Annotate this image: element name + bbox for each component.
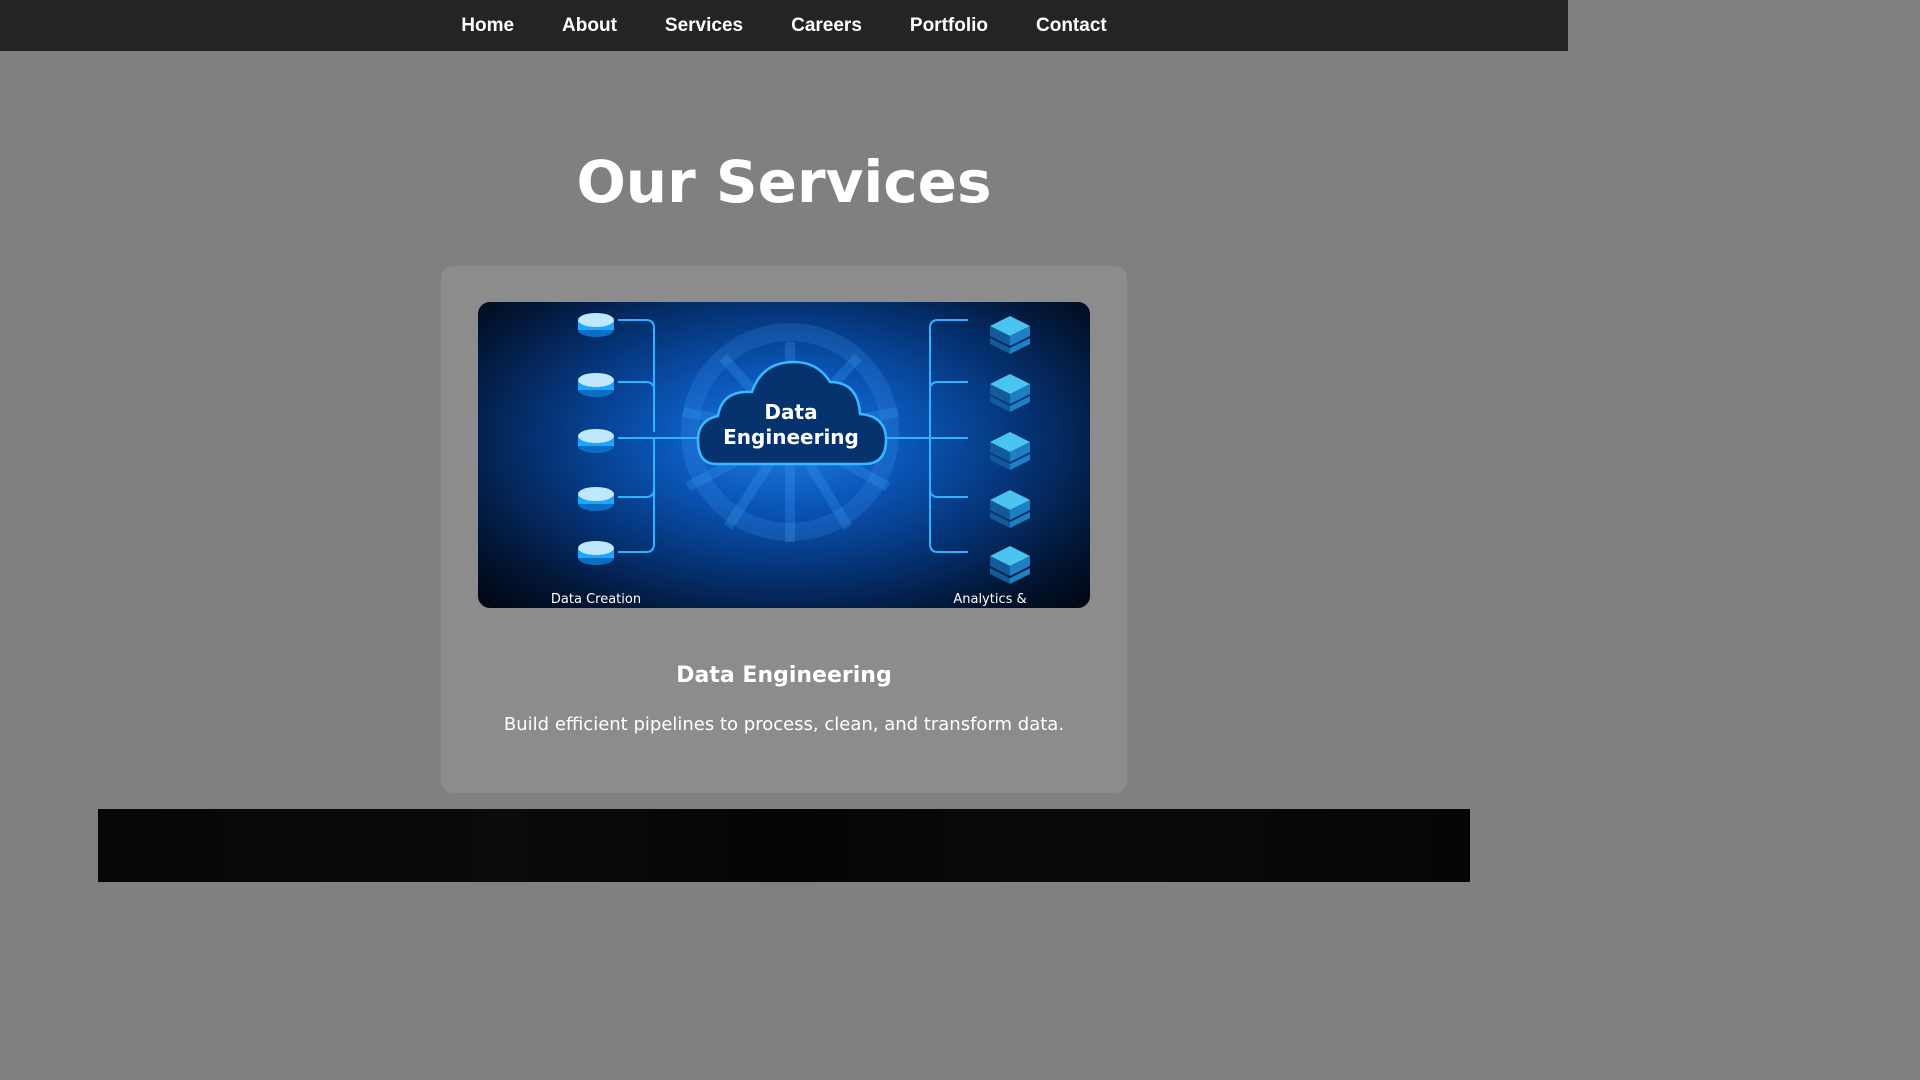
nav-services-link[interactable]: Services (665, 15, 743, 37)
cloud-label-line1: Data (764, 400, 817, 424)
cloud-label-line2: Engineering (723, 425, 859, 449)
data-engineering-illustration: Data Engineering Data Creation Analytics… (478, 302, 1090, 608)
database-icon (578, 373, 614, 397)
database-icon (578, 541, 614, 565)
database-icon (578, 429, 614, 453)
server-stack-icon (990, 316, 1030, 354)
card-description: Build efficient pipelines to process, cl… (503, 714, 1065, 735)
nav-portfolio-link[interactable]: Portfolio (910, 15, 988, 37)
nav-home-link[interactable]: Home (461, 15, 514, 37)
server-stack-icon (990, 546, 1030, 584)
nav-contact-link[interactable]: Contact (1036, 15, 1107, 37)
nav-about-link[interactable]: About (562, 15, 617, 37)
card-heading: Data Engineering (676, 663, 892, 688)
next-section-preview (98, 809, 1470, 882)
database-icon (578, 487, 614, 511)
server-stack-icon (990, 432, 1030, 470)
left-caption: Data Creation (551, 592, 641, 607)
top-navbar: Home About Services Careers Portfolio Co… (0, 0, 1568, 51)
service-card: Data Engineering Data Creation Analytics… (441, 266, 1127, 793)
server-stack-icon (990, 490, 1030, 528)
illustration-svg: Data Engineering Data Creation Analytics… (551, 313, 1030, 607)
database-icons-left (578, 313, 614, 565)
right-caption: Analytics & (953, 592, 1026, 607)
server-stack-icons-right (990, 316, 1030, 584)
server-stack-icon (990, 374, 1030, 412)
database-icon (578, 313, 614, 337)
nav-careers-link[interactable]: Careers (791, 15, 862, 37)
page-title: Our Services (576, 148, 992, 216)
